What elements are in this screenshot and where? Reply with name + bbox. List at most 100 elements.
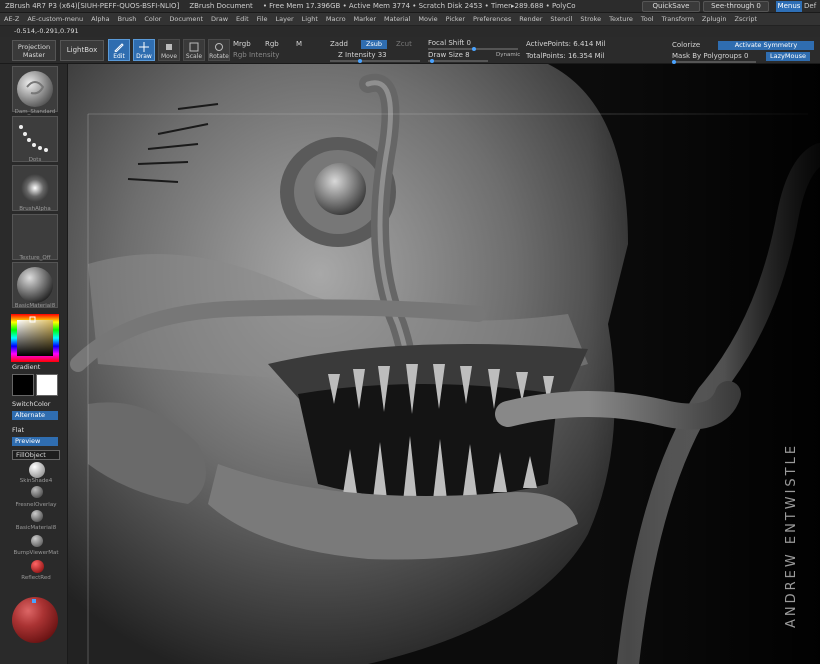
flat-button[interactable]: Flat <box>12 426 24 434</box>
secondary-color-swatch[interactable] <box>12 374 34 396</box>
draw-icon <box>139 42 149 52</box>
projection-master-button[interactable]: Projection Master <box>12 40 56 61</box>
activate-symmetry-button[interactable]: Activate Symmetry <box>718 41 814 50</box>
z-intensity-slider[interactable]: Z Intensity 33 <box>338 51 387 59</box>
reflectred-material[interactable] <box>31 560 44 573</box>
alternate-button[interactable]: Alternate <box>12 411 58 420</box>
draw-mode-button[interactable]: Draw <box>133 39 155 61</box>
texture-label: Texture_Off <box>19 255 51 261</box>
menu-item[interactable]: File <box>257 15 268 23</box>
zadd-button[interactable]: Zadd <box>330 40 348 48</box>
main-color-swatch[interactable] <box>36 374 58 396</box>
stroke-label: Dots <box>28 157 42 163</box>
lazymouse-button[interactable]: LazyMouse <box>766 52 810 61</box>
menu-item[interactable]: Zscript <box>734 15 757 23</box>
menu-item[interactable]: Marker <box>354 15 376 23</box>
scale-mode-button[interactable]: Scale <box>183 39 205 61</box>
basicmaterial8-material[interactable] <box>31 510 43 522</box>
colorize-button[interactable]: Colorize <box>672 41 700 49</box>
lightbox-button[interactable]: LightBox <box>60 40 104 61</box>
move-icon <box>166 44 172 50</box>
menu-item[interactable]: Brush <box>118 15 137 23</box>
default-script-button[interactable]: Def <box>804 2 816 10</box>
menu-item[interactable]: Transform <box>662 15 694 23</box>
z-intensity-handle[interactable] <box>358 59 362 63</box>
edit-label: Edit <box>113 53 125 60</box>
dots-stroke-icon <box>19 125 48 152</box>
menu-item[interactable]: Document <box>169 15 203 23</box>
brush-label: Dam_Standard <box>14 109 56 115</box>
draw-size-slider[interactable]: Draw Size 8 <box>428 51 470 59</box>
skinshade4-label: SkinShade4 <box>19 478 53 484</box>
brush-icon <box>17 71 53 107</box>
skinshade4-material[interactable] <box>29 462 45 478</box>
mrgb-button[interactable]: Mrgb <box>233 40 251 48</box>
menu-item[interactable]: Stencil <box>550 15 572 23</box>
texture-slot[interactable] <box>12 214 58 260</box>
viewport-canvas[interactable] <box>68 64 820 664</box>
edit-mode-button[interactable]: Edit <box>108 39 130 61</box>
color-picker[interactable] <box>11 314 59 362</box>
mask-by-polygroups-track[interactable] <box>672 60 756 64</box>
move-mode-button[interactable]: Move <box>158 39 180 61</box>
menu-item[interactable]: Zplugin <box>702 15 727 23</box>
menu-item[interactable]: Light <box>302 15 318 23</box>
menu-item[interactable]: Tool <box>641 15 654 23</box>
current-material-sphere[interactable] <box>12 597 58 643</box>
alpha-slot[interactable] <box>12 165 58 211</box>
bumpviewermat-label: BumpViewerMat <box>13 550 59 556</box>
menu-item[interactable]: AE-Z <box>4 15 19 23</box>
menu-item[interactable]: Color <box>144 15 161 23</box>
fillobject-button[interactable]: FillObject <box>12 450 60 460</box>
rgb-button[interactable]: Rgb <box>265 40 279 48</box>
fresneloverlay-material[interactable] <box>31 486 43 498</box>
material-slot[interactable] <box>12 262 58 308</box>
menu-item[interactable]: Material <box>384 15 410 23</box>
menu-item[interactable]: Macro <box>326 15 346 23</box>
menu-item[interactable]: AE-custom-menu <box>27 15 83 23</box>
edit-icon <box>114 43 124 52</box>
quicksave-button[interactable]: QuickSave <box>642 1 700 12</box>
fresneloverlay-label: FresnelOverlay <box>15 502 57 508</box>
bumpviewermat-material[interactable] <box>31 535 43 547</box>
brush-slot[interactable] <box>12 66 58 112</box>
material-label: BasicMaterial8 <box>14 303 56 309</box>
draw-size-handle[interactable] <box>430 59 434 63</box>
menu-item[interactable]: Layer <box>276 15 294 23</box>
switchcolor-button[interactable]: SwitchColor <box>12 400 50 408</box>
see-through-slider[interactable]: See-through 0 <box>703 1 769 12</box>
stroke-slot[interactable] <box>12 116 58 162</box>
menu-item[interactable]: Picker <box>446 15 465 23</box>
menu-item[interactable]: Movie <box>418 15 437 23</box>
focal-shift-track[interactable] <box>428 47 518 51</box>
menu-item[interactable]: Render <box>519 15 542 23</box>
scale-label: Scale <box>185 53 203 60</box>
menu-item[interactable]: Edit <box>236 15 249 23</box>
menus-toggle-button[interactable]: Menus <box>776 1 802 12</box>
alpha-label: BrushAlpha <box>19 206 51 212</box>
draw-size-track[interactable] <box>428 59 488 63</box>
menu-item[interactable]: Stroke <box>580 15 601 23</box>
artist-watermark: ANDREW ENTWISTLE <box>784 442 799 628</box>
dynamic-button[interactable]: Dynamic <box>496 52 520 58</box>
rotate-mode-button[interactable]: Rotate <box>208 39 230 61</box>
rgb-intensity-slider[interactable]: Rgb Intensity <box>233 51 279 59</box>
menu-item[interactable]: Texture <box>609 15 633 23</box>
menu-item[interactable]: Draw <box>211 15 228 23</box>
focal-shift-slider[interactable]: Focal Shift 0 <box>428 39 471 47</box>
preview-button[interactable]: Preview <box>12 437 58 446</box>
rotate-icon <box>215 43 223 51</box>
focal-shift-handle[interactable] <box>472 47 476 51</box>
m-button[interactable]: M <box>296 40 302 48</box>
zsub-button[interactable]: Zsub <box>361 40 387 49</box>
color-picker-swatch <box>11 314 59 362</box>
mask-by-polygroups-slider[interactable]: Mask By Polygroups 0 <box>672 52 748 60</box>
menu-item[interactable]: Alpha <box>91 15 109 23</box>
left-shelf: Dam_Standard Dots BrushAlpha Texture_Off… <box>0 64 68 664</box>
gradient-label[interactable]: Gradient <box>12 363 40 371</box>
reflectred-label: ReflectRed <box>21 575 51 581</box>
menu-item[interactable]: Preferences <box>473 15 511 23</box>
z-intensity-track[interactable] <box>330 59 420 63</box>
document-menu[interactable]: ZBrush Document <box>189 2 253 10</box>
zcut-button[interactable]: Zcut <box>396 40 412 48</box>
